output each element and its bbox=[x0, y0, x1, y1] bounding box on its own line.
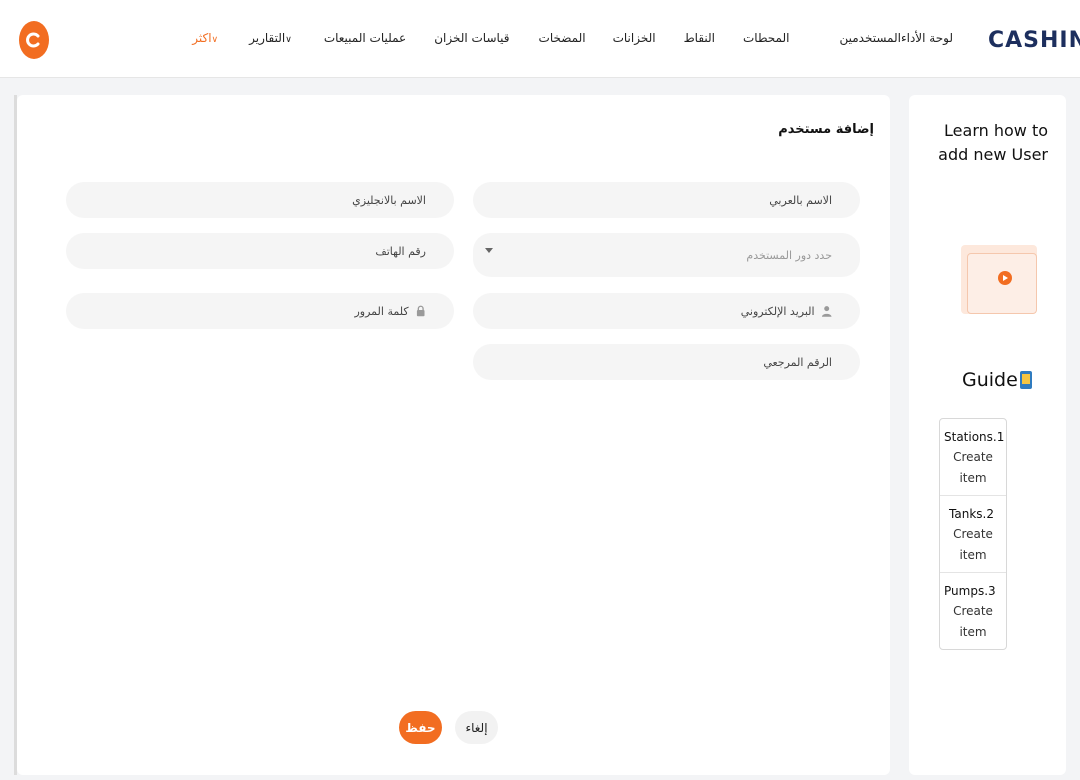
role-select-input[interactable] bbox=[473, 248, 832, 262]
nav-points[interactable]: النقاط bbox=[684, 31, 715, 45]
step-subtitle: Create item bbox=[953, 604, 993, 639]
chevron-down-icon: ∨ bbox=[211, 35, 219, 45]
lock-icon bbox=[416, 305, 425, 317]
top-navbar: لوحة الأداء المستخدمين المحطات النقاط ال… bbox=[0, 0, 1080, 78]
step-title: Pumps.3 bbox=[944, 584, 996, 598]
guide-heading: Guide bbox=[962, 369, 1032, 391]
email-input[interactable] bbox=[473, 304, 815, 318]
name-ar-input[interactable] bbox=[473, 193, 832, 207]
step-subtitle: Create item bbox=[953, 450, 993, 485]
nav-sales-operations[interactable]: عمليات المبيعات bbox=[324, 31, 406, 45]
reference-input[interactable] bbox=[473, 355, 832, 369]
cashin-c-icon bbox=[26, 32, 40, 48]
step-title: Tanks.2 bbox=[949, 507, 994, 521]
guide-steps-list: Stations.1 Create item Tanks.2 Create it… bbox=[939, 418, 1007, 650]
password-input[interactable] bbox=[66, 304, 409, 318]
reference-field[interactable] bbox=[473, 344, 860, 380]
page-title: إضافة مستخدم bbox=[778, 122, 874, 137]
guide-panel: Learn how to add new User Guide Stations… bbox=[909, 95, 1066, 775]
guide-book-icon bbox=[1019, 371, 1032, 389]
guide-step-tanks[interactable]: Tanks.2 Create item bbox=[940, 496, 1006, 573]
nav-stations[interactable]: المحطات bbox=[743, 31, 789, 45]
nav-tank-measurements[interactable]: قياسات الخزان bbox=[434, 31, 509, 45]
video-frame bbox=[967, 253, 1037, 314]
name-ar-field[interactable] bbox=[473, 182, 860, 218]
guide-step-pumps[interactable]: Pumps.3 Create item bbox=[940, 573, 1006, 649]
play-icon[interactable] bbox=[998, 271, 1012, 285]
role-select[interactable] bbox=[473, 233, 860, 277]
guide-heading-text: Guide bbox=[962, 369, 1018, 391]
name-en-field[interactable] bbox=[66, 182, 454, 218]
save-button[interactable]: حفظ bbox=[399, 711, 442, 744]
user-icon bbox=[821, 306, 832, 317]
guide-learn-title: Learn how to add new User bbox=[938, 121, 1048, 164]
caret-down-icon bbox=[485, 248, 493, 253]
add-user-card: إضافة مستخدم حفظ إلغاء bbox=[17, 95, 890, 775]
step-title: Stations.1 bbox=[944, 430, 1005, 444]
nav-reports[interactable]: التقارير∨ bbox=[249, 31, 294, 45]
cancel-button[interactable]: إلغاء bbox=[455, 711, 498, 744]
email-field[interactable] bbox=[473, 293, 860, 329]
nav-dashboard[interactable]: لوحة الأداء bbox=[901, 31, 953, 45]
brand-logo[interactable]: CASHIN bbox=[988, 28, 1080, 53]
password-field[interactable] bbox=[66, 293, 454, 329]
step-subtitle: Create item bbox=[953, 527, 993, 562]
guide-step-stations[interactable]: Stations.1 Create item bbox=[940, 419, 1006, 496]
nav-users[interactable]: المستخدمين bbox=[839, 31, 900, 45]
main-nav: لوحة الأداء المستخدمين المحطات النقاط ال… bbox=[162, 31, 953, 45]
user-avatar[interactable] bbox=[19, 21, 49, 59]
nav-tanks[interactable]: الخزانات bbox=[613, 31, 656, 45]
phone-input[interactable] bbox=[66, 244, 426, 258]
nav-more[interactable]: اكثر∨ bbox=[192, 31, 220, 45]
phone-field[interactable] bbox=[66, 233, 454, 269]
chevron-down-icon: ∨ bbox=[285, 35, 292, 45]
name-en-input[interactable] bbox=[66, 193, 426, 207]
guide-video-thumbnail[interactable] bbox=[961, 245, 1037, 314]
nav-pumps[interactable]: المضخات bbox=[539, 31, 586, 45]
